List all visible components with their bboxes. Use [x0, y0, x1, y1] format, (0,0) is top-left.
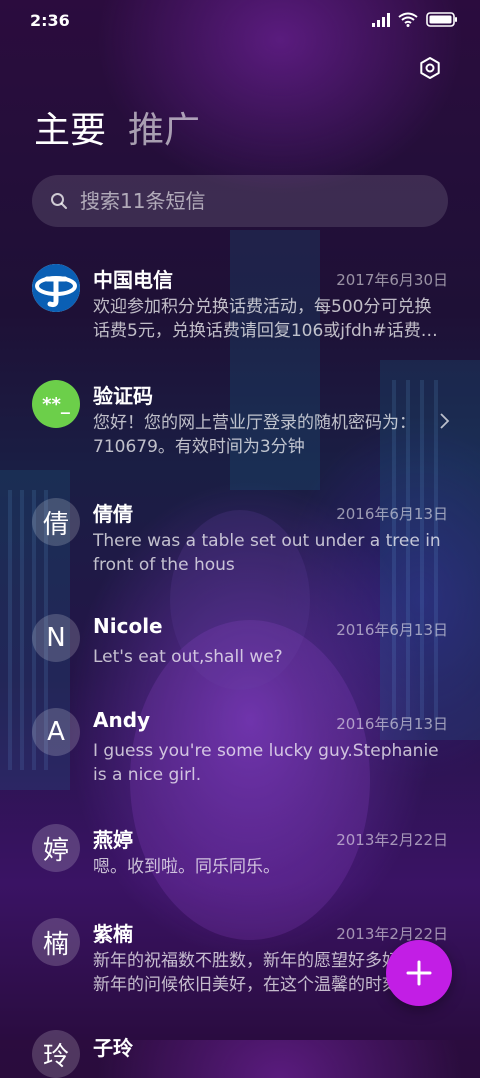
- contact-name: Andy: [93, 708, 151, 732]
- message-preview: There was a table set out under a tree i…: [93, 531, 441, 575]
- conversation-item[interactable]: N Nicole 2016年6月13日 Let's eat out,shall …: [0, 612, 480, 692]
- settings-icon: [420, 57, 440, 79]
- avatar: A: [32, 708, 80, 756]
- message-preview: I guess you're some lucky guy.Stephanie …: [93, 741, 439, 785]
- avatar: N: [32, 614, 80, 662]
- avatar: **_: [32, 380, 80, 428]
- message-preview: 您好！您的网上营业厅登录的随机密码为：710679。有效时间为3分钟: [93, 413, 416, 457]
- tab-bar: 主要 推广: [34, 108, 200, 154]
- wifi-icon: [398, 12, 418, 27]
- settings-button[interactable]: [416, 54, 444, 82]
- chevron-right-icon[interactable]: [438, 412, 450, 430]
- battery-icon: [426, 12, 457, 27]
- search-input[interactable]: [78, 188, 422, 214]
- message-preview: 嗯。收到啦。同乐同乐。: [93, 857, 280, 877]
- status-time: 2:36: [30, 11, 70, 30]
- contact-name: 燕婷: [93, 828, 133, 852]
- china-telecom-logo: [32, 264, 80, 312]
- contact-name: 子玲: [93, 1036, 133, 1060]
- status-bar: 2:36: [0, 0, 480, 40]
- message-date: 2016年6月13日: [336, 505, 448, 523]
- contact-name: 中国电信: [93, 268, 173, 292]
- avatar: 玲: [32, 1030, 80, 1078]
- conversation-item[interactable]: 婷 燕婷 2013年2月22日 嗯。收到啦。同乐同乐。: [0, 822, 480, 902]
- contact-name: 倩倩: [93, 502, 133, 526]
- search-icon: [51, 193, 67, 209]
- message-preview: 欢迎参加积分兑换话费活动，每500分可兑换话费5元，兑换话费请回复106或jfd…: [93, 297, 438, 341]
- avatar: 楠: [32, 918, 80, 966]
- message-date: 2016年6月13日: [336, 621, 448, 639]
- avatar: 倩: [32, 498, 80, 546]
- conversation-item[interactable]: A Andy 2016年6月13日 I guess you're some lu…: [0, 706, 480, 810]
- conversation-item[interactable]: 中国电信 2017年6月30日 欢迎参加积分兑换话费活动，每500分可兑换话费5…: [0, 262, 480, 366]
- plus-icon: [406, 960, 432, 986]
- compose-button[interactable]: [386, 940, 452, 1006]
- conversation-item[interactable]: 玲 子玲: [0, 1030, 480, 1078]
- search-bar[interactable]: [32, 175, 448, 227]
- contact-name: Nicole: [93, 614, 163, 638]
- conversation-item[interactable]: **_ 验证码 您好！您的网上营业厅登录的随机密码为：710679。有效时间为3…: [0, 378, 480, 482]
- contact-name: 验证码: [93, 384, 153, 408]
- status-icons: [372, 12, 458, 27]
- message-date: 2016年6月13日: [336, 715, 448, 733]
- contact-name: 紫楠: [93, 922, 133, 946]
- message-date: 2013年2月22日: [336, 831, 448, 849]
- message-preview: Let's eat out,shall we?: [93, 647, 283, 667]
- message-date: 2013年2月22日: [336, 925, 448, 943]
- avatar: 婷: [32, 824, 80, 872]
- message-date: 2017年6月30日: [336, 271, 448, 289]
- tab-primary[interactable]: 主要: [34, 108, 106, 154]
- conversation-item[interactable]: 倩 倩倩 2016年6月13日 There was a table set ou…: [0, 496, 480, 600]
- avatar: [32, 264, 80, 312]
- tab-promotions[interactable]: 推广: [128, 108, 200, 154]
- signal-icon: [372, 12, 390, 27]
